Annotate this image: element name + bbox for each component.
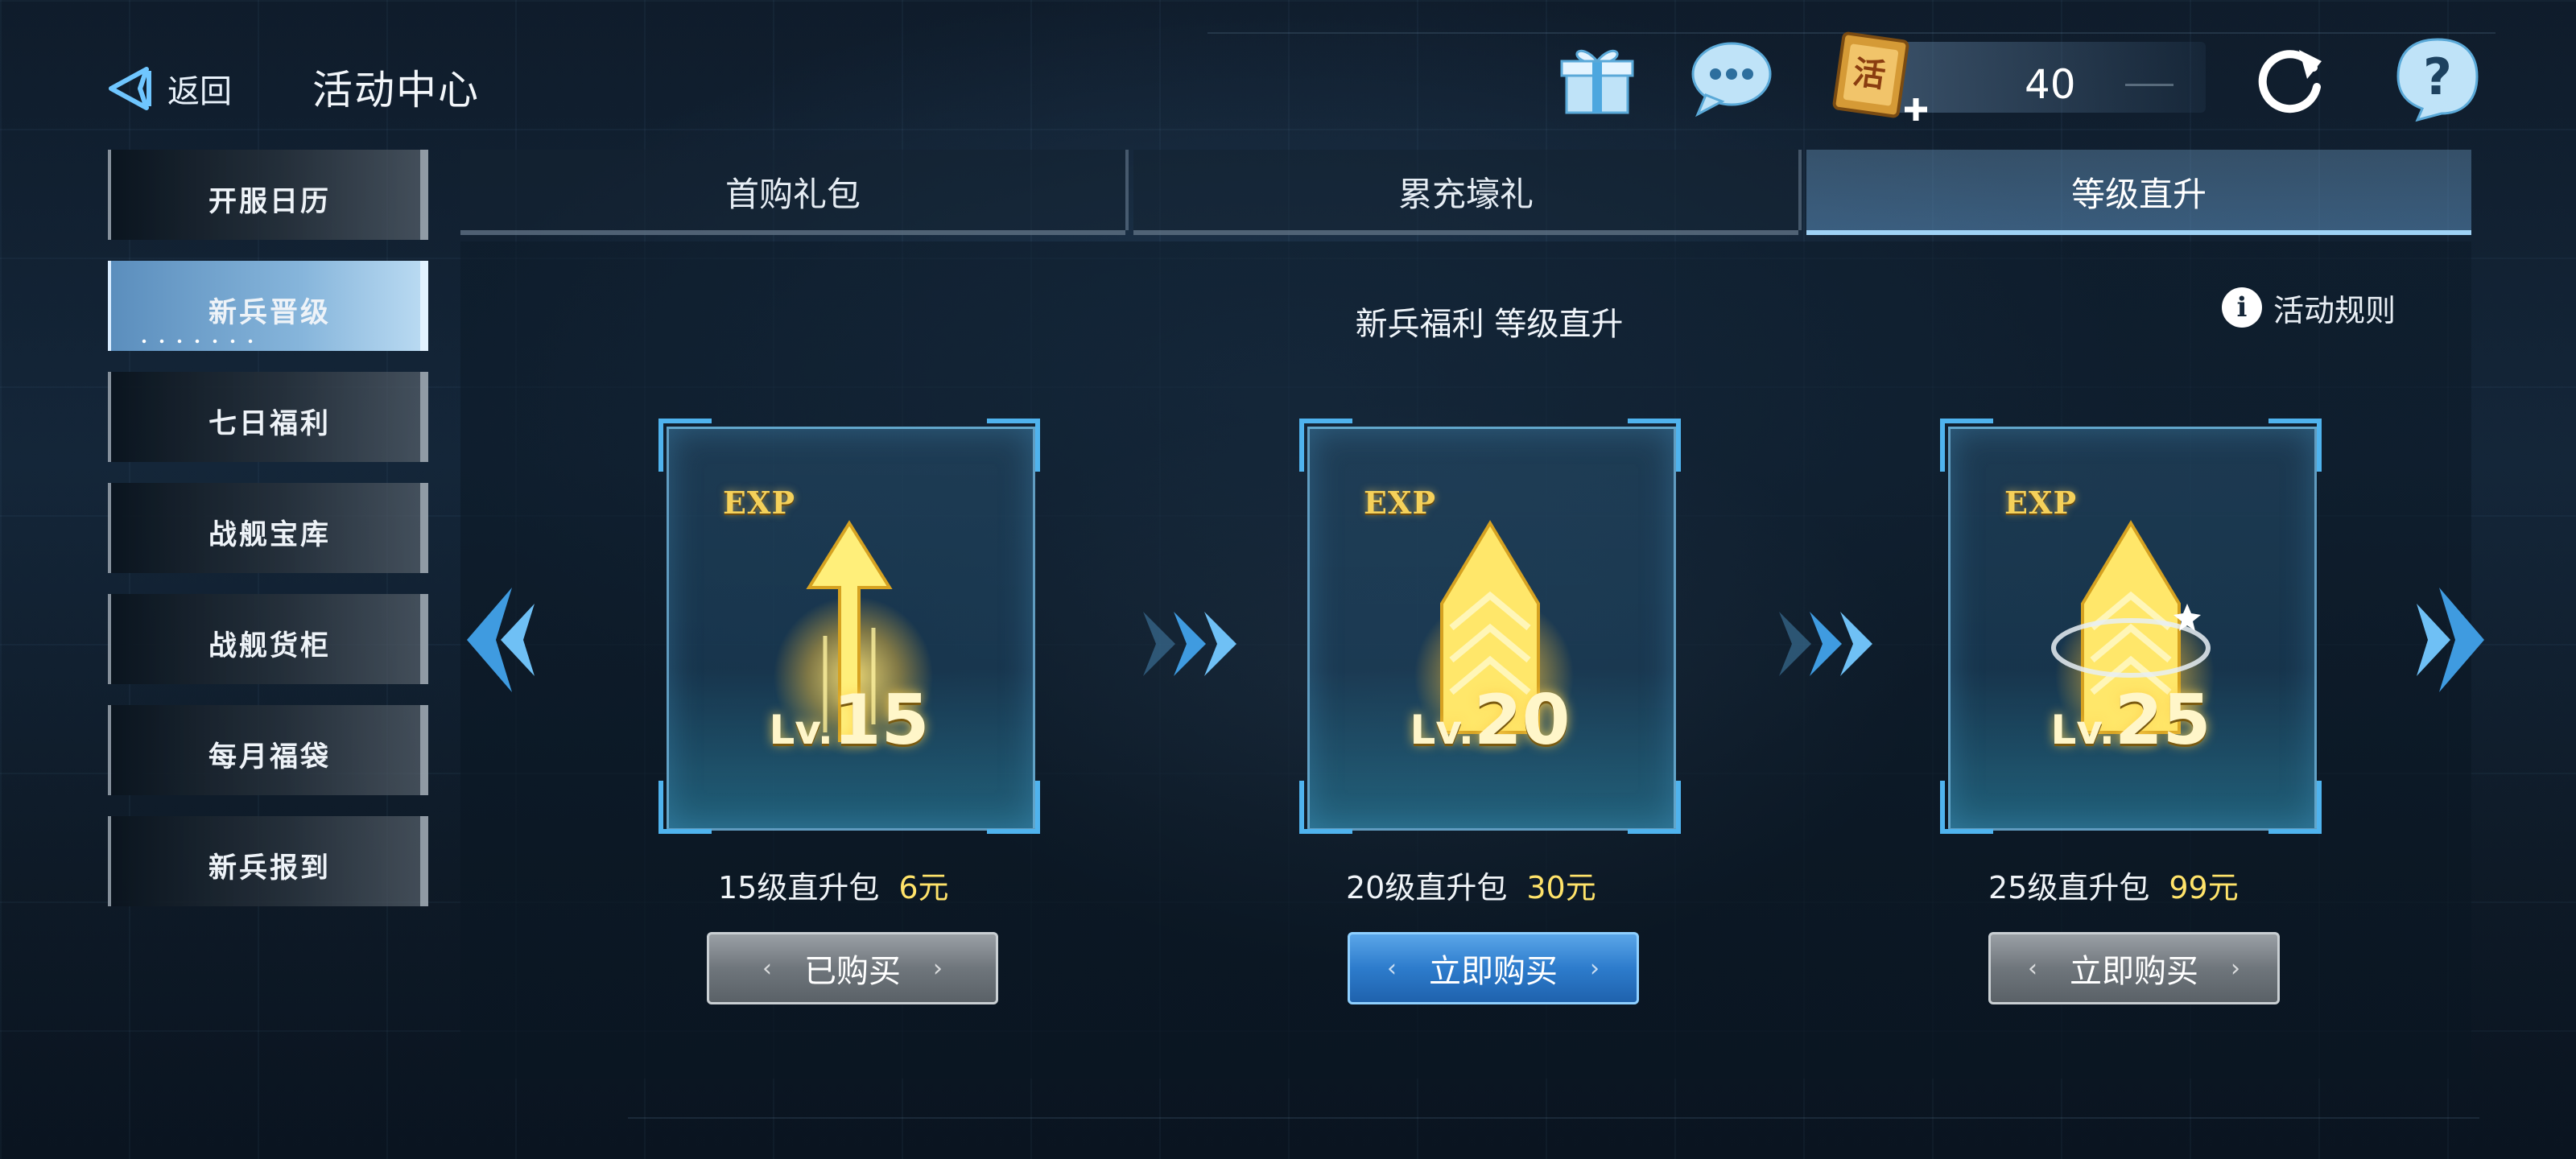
pack-name: 25级直升包 (1988, 870, 2150, 905)
card-corner (1940, 419, 1993, 472)
card-corner (658, 781, 712, 834)
sidebar-item-seven-day-welfare[interactable]: 七日福利 (108, 372, 428, 462)
card-corner (1299, 419, 1352, 472)
chevron-left-icon: ‹ (2028, 954, 2037, 983)
level-text: Lv.25 (1934, 680, 2328, 761)
level-text: Lv.20 (1293, 680, 1687, 761)
help-icon: ? (2396, 38, 2479, 122)
card-corner (2268, 781, 2322, 834)
pack-name-price: 15级直升包 6元 (718, 863, 949, 907)
level-prefix: Lv. (769, 707, 833, 753)
back-arrow-icon (109, 67, 151, 110)
level-number: 15 (832, 680, 930, 761)
currency-display: 活 40 (1827, 29, 2206, 126)
chevron-right-icon: › (2231, 954, 2240, 983)
info-icon: i (2222, 287, 2262, 328)
refresh-icon (2258, 50, 2322, 113)
level-text: Lv.15 (652, 680, 1046, 761)
tab-bar: 首购礼包 累充壕礼 等级直升 (460, 150, 2471, 235)
tab-first-purchase[interactable]: 首购礼包 (460, 150, 1125, 235)
sidebar-item-warship-treasury[interactable]: 战舰宝库 (108, 483, 428, 573)
section-subtitle: 新兵福利 等级直升 (1355, 306, 1624, 343)
sidebar-item-label: 七日福利 (208, 408, 331, 440)
tab-level-boost[interactable]: 等级直升 (1806, 150, 2471, 235)
pack-name: 20级直升包 (1346, 870, 1508, 905)
tab-label: 累充壕礼 (1397, 175, 1534, 214)
tab-label: 等级直升 (2070, 175, 2207, 214)
button-label: 立即购买 (1429, 953, 1558, 990)
back-button[interactable]: 返回 (105, 56, 232, 121)
pack-name-price: 25级直升包 99元 (1988, 863, 2239, 907)
currency-divider (2125, 84, 2174, 86)
card-corner (1940, 781, 1993, 834)
tab-label: 首购礼包 (724, 175, 861, 214)
sidebar-item-monthly-bag[interactable]: 每月福袋 (108, 705, 428, 795)
buy-now-button[interactable]: ‹ 立即购买 › (1348, 932, 1639, 1004)
level-number: 25 (2114, 680, 2211, 761)
sidebar-item-warship-container[interactable]: 战舰货柜 (108, 594, 428, 684)
sidebar-item-label: 战舰宝库 (208, 519, 331, 551)
svg-text:活: 活 (1851, 53, 1888, 95)
chevron-left-icon: ‹ (1387, 954, 1397, 983)
sidebar-item-label: 战舰货柜 (208, 630, 331, 662)
gift-icon (1560, 49, 1634, 114)
pack-price: 6元 (898, 870, 949, 905)
pack-name: 15级直升包 (718, 870, 880, 905)
refresh-button[interactable] (2243, 31, 2339, 127)
currency-value: 40 (2025, 61, 2076, 108)
chat-button[interactable] (1682, 31, 1779, 127)
tab-divider (1125, 150, 1129, 230)
card-corner (1628, 419, 1681, 472)
activity-rules-label: 活动规则 (2273, 292, 2396, 328)
sidebar-item-label: 每月福袋 (208, 741, 331, 773)
level-prefix: Lv. (2050, 707, 2115, 753)
help-button[interactable]: ? (2389, 31, 2486, 127)
card-corner (1628, 781, 1681, 834)
tab-cumulative-recharge[interactable]: 累充壕礼 (1133, 150, 1798, 235)
prev-page-arrow-icon[interactable] (456, 580, 544, 700)
sidebar-item-label: 开服日历 (208, 186, 331, 218)
card-corner (987, 781, 1040, 834)
chevron-separator-icon (1779, 612, 1872, 676)
sidebar-item-server-calendar[interactable]: 开服日历 (108, 150, 428, 240)
purchased-button[interactable]: ‹ 已购买 › (707, 932, 998, 1004)
level-pack-card-25[interactable]: EXP Lv.25 (1934, 419, 2328, 837)
gift-button[interactable] (1549, 31, 1645, 127)
chevron-right-icon: › (933, 954, 943, 983)
card-corner (658, 419, 712, 472)
button-label: 已购买 (804, 953, 901, 990)
card-corner (1299, 781, 1352, 834)
pack-name-price: 20级直升包 30元 (1346, 863, 1596, 907)
chevron-separator-icon (1143, 612, 1236, 676)
chevron-right-icon: › (1590, 954, 1600, 983)
svg-text:?: ? (2423, 47, 2452, 106)
level-prefix: Lv. (1410, 707, 1474, 753)
level-pack-card-20[interactable]: EXP Lv.20 (1293, 419, 1687, 837)
back-label: 返回 (167, 73, 232, 110)
sidebar-item-label: 新兵报到 (208, 852, 331, 885)
decorative-ruler-bottom (628, 1117, 2479, 1151)
pack-price: 30元 (1526, 870, 1596, 905)
level-number: 20 (1473, 680, 1571, 761)
pack-price: 99元 (2169, 870, 2239, 905)
chevron-left-icon: ‹ (762, 954, 772, 983)
card-corner (987, 419, 1040, 472)
button-label: 立即购买 (2070, 953, 2198, 990)
card-corner (2268, 419, 2322, 472)
chat-icon (1691, 42, 1772, 118)
ticket-icon[interactable]: 活 (1827, 29, 1932, 129)
buy-now-button[interactable]: ‹ 立即购买 › (1988, 932, 2280, 1004)
level-pack-card-15[interactable]: EXP Lv.15 (652, 419, 1046, 837)
tab-divider (1798, 150, 1802, 230)
page-title: 活动中心 (312, 67, 480, 113)
activity-rules-button[interactable]: i 活动规则 (2222, 283, 2396, 332)
next-page-arrow-icon[interactable] (2407, 580, 2496, 700)
sidebar-item-recruit-checkin[interactable]: 新兵报到 (108, 816, 428, 906)
